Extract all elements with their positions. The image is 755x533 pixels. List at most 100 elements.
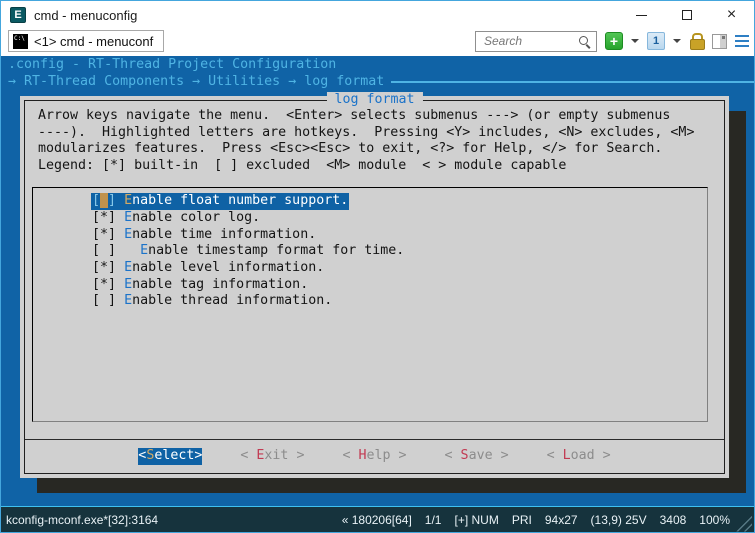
instruction-line: ----). Highlighted letters are hotkeys. … (38, 125, 724, 142)
hotkey-letter: E (124, 260, 132, 275)
menu-item-content: [*] Enable tag information. (91, 277, 309, 294)
window-controls: × (619, 1, 754, 29)
dialog-button-select[interactable]: <Select> (138, 448, 202, 465)
breadcrumb-row: → RT-Thread Components → Utilities → log… (8, 74, 754, 91)
checkbox-close-bracket: ] (108, 193, 116, 208)
breadcrumb-rule (391, 81, 754, 83)
checkbox-open-bracket: [ (92, 243, 100, 258)
checkbox-state: * (100, 260, 108, 275)
status-segment: 1/1 (425, 513, 442, 527)
menu-item[interactable]: [*] Enable tag information. (91, 277, 707, 294)
search-input[interactable] (482, 33, 578, 49)
menu-item-content: [ ] Enable thread information. (91, 293, 333, 310)
status-bar: kconfig-mconf.exe*[32]:3164 « 180206[64]… (1, 506, 754, 532)
config-header: .config - RT-Thread Project Configuratio… (8, 57, 754, 74)
menu-item-content: [*] Enable color log. (91, 210, 261, 227)
dialog-button-load[interactable]: < Load > (547, 448, 611, 465)
checkbox-state: * (100, 277, 108, 292)
tab-label: <1> cmd - menuconf (34, 34, 153, 49)
checkbox-close-bracket: ] (108, 243, 116, 258)
instruction-line: modularizes features. Press <Esc><Esc> t… (38, 141, 724, 158)
status-segment: (13,9) 25V (591, 513, 647, 527)
checkbox-state: * (100, 227, 108, 242)
status-segment: 3408 (660, 513, 687, 527)
menu-item-label: nable level information. (132, 260, 324, 275)
menu-item[interactable]: [ ] Enable thread information. (91, 293, 707, 310)
status-segments: « 180206[64] 1/1 [+] NUM PRI 94x27 (13,9) 25V… (342, 513, 730, 527)
status-process: kconfig-mconf.exe*[32]:3164 (6, 513, 158, 527)
new-console-chevron-down-icon[interactable] (631, 39, 639, 43)
conemu-logo-icon[interactable]: E (10, 7, 26, 23)
menuconfig-dialog: log format Arrow keys navigate the menu.… (20, 96, 729, 478)
tab-bar: C:\ <1> cmd - menuconf + 1 (1, 29, 754, 56)
menu-item-label: nable color log. (132, 210, 260, 225)
menu-item[interactable]: [ ] Enable float number support. (91, 193, 707, 210)
search-box[interactable] (475, 31, 597, 52)
hotkey-letter: E (140, 243, 148, 258)
maximize-icon (682, 10, 692, 20)
dialog-button-help[interactable]: < Help > (342, 448, 406, 465)
tab-cmd-menuconf[interactable]: C:\ <1> cmd - menuconf (8, 30, 164, 52)
status-segment: « 180206[64] (342, 513, 412, 527)
breadcrumb: → RT-Thread Components → Utilities → log… (8, 74, 384, 91)
console-list-chevron-down-icon[interactable] (673, 39, 681, 43)
dialog-button-save[interactable]: < Save > (445, 448, 509, 465)
maximize-button[interactable] (664, 1, 709, 29)
console-number-button[interactable]: 1 (647, 32, 665, 50)
menu-item-label: nable timestamp format for time. (148, 243, 404, 258)
dialog-instructions: Arrow keys navigate the menu. <Enter> se… (38, 108, 724, 174)
status-segment: 94x27 (545, 513, 578, 527)
checkbox-close-bracket: ] (108, 260, 116, 275)
checkbox-close-bracket: ] (108, 277, 116, 292)
menu-item-content: [ ] Enable float number support. (91, 193, 349, 210)
checkbox-open-bracket: [ (92, 210, 100, 225)
checkbox-open-bracket: [ (92, 260, 100, 275)
menu-item-label: nable thread information. (132, 293, 332, 308)
hotkey-letter: E (124, 210, 132, 225)
menu-item[interactable]: [*] Enable level information. (91, 260, 707, 277)
new-console-button[interactable]: + (605, 32, 623, 50)
close-button[interactable]: × (709, 1, 754, 29)
conemu-window: E cmd - menuconfig × C:\ <1> cmd - menuc… (0, 0, 755, 533)
view-panes-icon[interactable] (712, 34, 727, 49)
dialog-title: log format (326, 92, 422, 109)
minimize-button[interactable] (619, 1, 664, 29)
dialog-border: log format Arrow keys navigate the menu.… (24, 100, 725, 474)
terminal: .config - RT-Thread Project Configuratio… (1, 56, 754, 506)
menu-item-content: [*] Enable time information. (91, 227, 317, 244)
checkbox-close-bracket: ] (108, 293, 116, 308)
hotkey-letter: E (124, 193, 132, 208)
checkbox-open-bracket: [ (92, 227, 100, 242)
menu-item-content: [*] Enable level information. (91, 260, 325, 277)
minimize-icon (636, 15, 647, 16)
lock-icon[interactable] (689, 33, 704, 49)
menu-item-content: [ ] Enable timestamp format for time. (91, 243, 405, 260)
status-segment: PRI (512, 513, 532, 527)
menu-item-label: nable tag information. (132, 277, 308, 292)
menu-item[interactable]: [*] Enable color log. (91, 210, 707, 227)
menu-icon[interactable] (735, 35, 749, 48)
menu-item-label: nable float number support. (132, 193, 348, 208)
dialog-footer: <Select> < Exit > < Help > < Save > < Load > (25, 439, 724, 473)
toolbar: + 1 (475, 31, 749, 52)
checkbox-open-bracket: [ (92, 277, 100, 292)
dialog-button-exit[interactable]: < Exit > (240, 448, 304, 465)
checkbox-open-bracket: [ (92, 193, 100, 208)
window-title: cmd - menuconfig (34, 8, 137, 23)
checkbox-open-bracket: [ (92, 293, 100, 308)
cmd-icon: C:\ (13, 34, 28, 49)
menu-item[interactable]: [*] Enable time information. (91, 227, 707, 244)
status-segment: [+] NUM (454, 513, 498, 527)
menu-list: [ ] Enable float number support.[*] Enab… (32, 187, 708, 422)
status-segment: 100% (699, 513, 730, 527)
instruction-line: Arrow keys navigate the menu. <Enter> se… (38, 108, 724, 125)
resize-grip-icon[interactable] (736, 516, 752, 532)
hotkey-letter: E (124, 277, 132, 292)
title-bar: E cmd - menuconfig × (1, 1, 754, 29)
checkbox-close-bracket: ] (108, 227, 116, 242)
hotkey-letter: E (124, 293, 132, 308)
search-icon (578, 35, 591, 48)
menu-item-label: nable time information. (132, 227, 316, 242)
checkbox-state: * (100, 210, 108, 225)
menu-item[interactable]: [ ] Enable timestamp format for time. (91, 243, 707, 260)
